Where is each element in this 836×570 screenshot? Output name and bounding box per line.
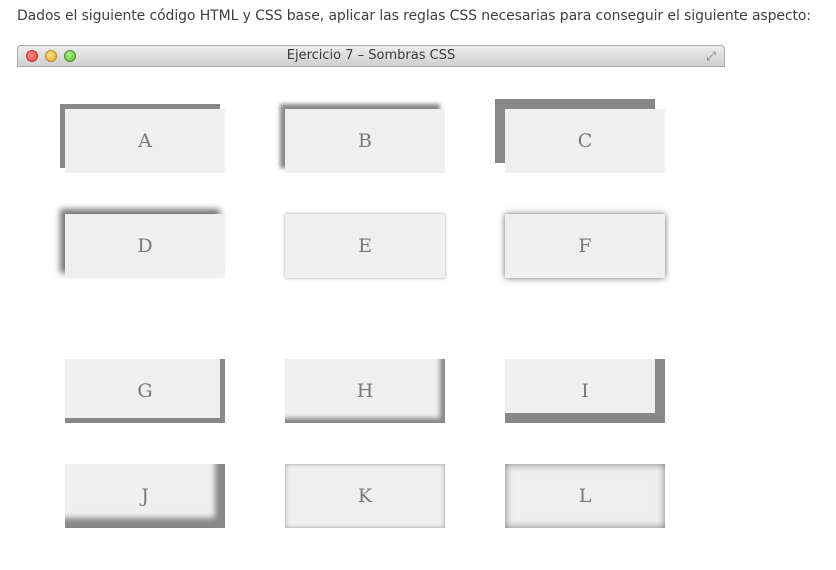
- shadow-box-l: L: [505, 464, 665, 528]
- instructions-text: Dados el siguiente código HTML y CSS bas…: [17, 8, 811, 24]
- window-title: Ejercicio 7 – Sombras CSS: [286, 48, 456, 63]
- shadow-box-c: C: [505, 109, 665, 173]
- shadow-box-j: J: [65, 464, 225, 528]
- shadow-box-d: D: [65, 214, 225, 278]
- shadow-box-i: I: [505, 359, 665, 423]
- window-titlebar: Ejercicio 7 – Sombras CSS ⤢: [17, 45, 725, 67]
- shadow-box-b: B: [285, 109, 445, 173]
- shadow-box-f: F: [505, 214, 665, 278]
- shadow-box-g: G: [65, 359, 225, 423]
- shadow-box-h: H: [285, 359, 445, 423]
- shadow-box-k: K: [285, 464, 445, 528]
- fullscreen-icon[interactable]: ⤢: [704, 49, 718, 63]
- shadow-box-e: E: [285, 214, 445, 278]
- shadow-box-a: A: [65, 109, 225, 173]
